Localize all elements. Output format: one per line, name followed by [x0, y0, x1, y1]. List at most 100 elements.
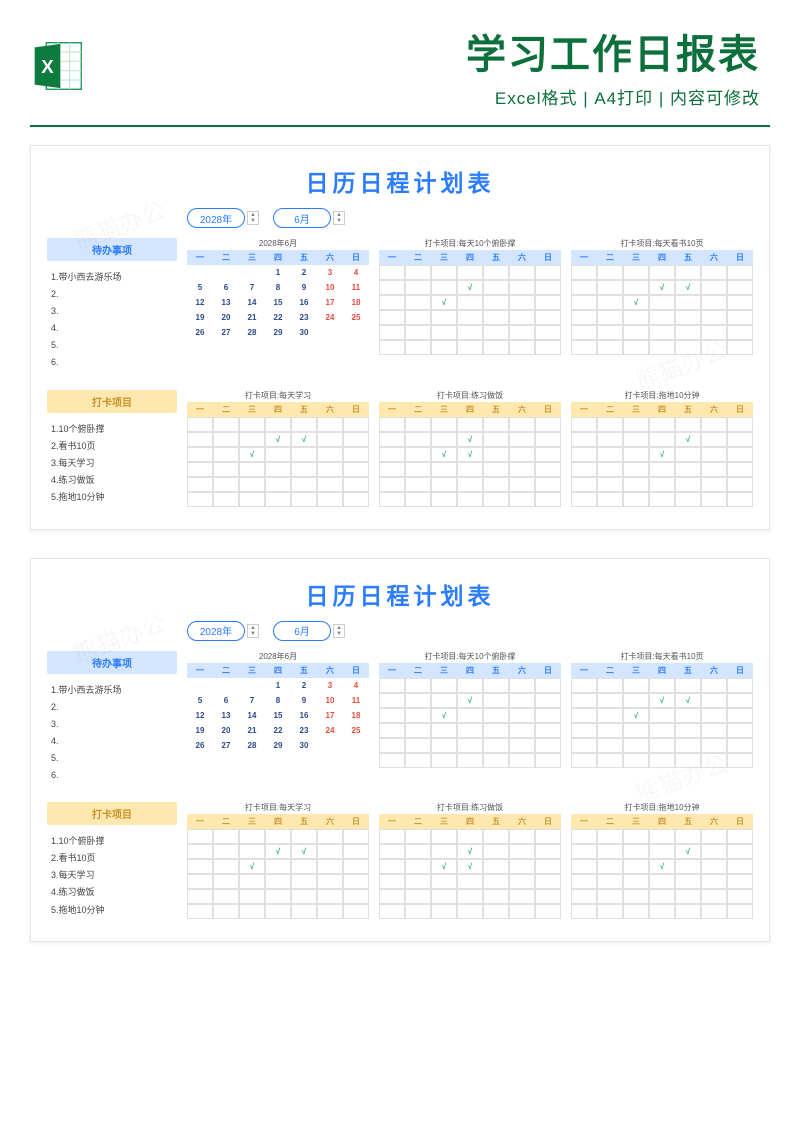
- tracker-cell[interactable]: [509, 280, 535, 295]
- tracker-cell[interactable]: [405, 859, 431, 874]
- tracker-cell[interactable]: [597, 417, 623, 432]
- tracker-cell[interactable]: [379, 325, 405, 340]
- tracker-cell[interactable]: [317, 417, 343, 432]
- tracker-cell[interactable]: [597, 477, 623, 492]
- tracker-cell[interactable]: [431, 753, 457, 768]
- tracker-cell[interactable]: [675, 265, 701, 280]
- tracker-cell[interactable]: [187, 844, 213, 859]
- tracker-cell[interactable]: [213, 492, 239, 507]
- tracker-cell[interactable]: [623, 753, 649, 768]
- tracker-cell[interactable]: [571, 265, 597, 280]
- tracker-cell[interactable]: [727, 447, 753, 462]
- tracker-cell[interactable]: [431, 325, 457, 340]
- tracker-cell[interactable]: [509, 265, 535, 280]
- tracker-cell[interactable]: [597, 492, 623, 507]
- tracker-cell[interactable]: [431, 829, 457, 844]
- tracker-cell[interactable]: [597, 325, 623, 340]
- tracker-cell[interactable]: √: [291, 844, 317, 859]
- tracker-cell[interactable]: [649, 265, 675, 280]
- tracker-cell[interactable]: [483, 447, 509, 462]
- tracker-cell[interactable]: [213, 844, 239, 859]
- tracker-cell[interactable]: [623, 678, 649, 693]
- tracker-cell[interactable]: [597, 265, 623, 280]
- tracker-cell[interactable]: [675, 340, 701, 355]
- tracker-cell[interactable]: [597, 295, 623, 310]
- tracker-cell[interactable]: [379, 753, 405, 768]
- tracker-cell[interactable]: [317, 462, 343, 477]
- tracker-cell[interactable]: [623, 829, 649, 844]
- tracker-cell[interactable]: [535, 904, 561, 919]
- tracker-cell[interactable]: [457, 753, 483, 768]
- tracker-cell[interactable]: [213, 904, 239, 919]
- tracker-cell[interactable]: [675, 904, 701, 919]
- tracker-cell[interactable]: [431, 844, 457, 859]
- tracker-cell[interactable]: [483, 295, 509, 310]
- tracker-cell[interactable]: √: [239, 447, 265, 462]
- tracker-cell[interactable]: [343, 844, 369, 859]
- tracker-cell[interactable]: [509, 477, 535, 492]
- tracker-cell[interactable]: [483, 417, 509, 432]
- tracker-cell[interactable]: [623, 693, 649, 708]
- tracker-cell[interactable]: [213, 874, 239, 889]
- tracker-cell[interactable]: [187, 417, 213, 432]
- tracker-cell[interactable]: [483, 462, 509, 477]
- tracker-cell[interactable]: [727, 723, 753, 738]
- tracker-cell[interactable]: [457, 678, 483, 693]
- tracker-cell[interactable]: √: [649, 280, 675, 295]
- tracker-cell[interactable]: [571, 904, 597, 919]
- tracker-cell[interactable]: [379, 417, 405, 432]
- tracker-cell[interactable]: [483, 859, 509, 874]
- tracker-grid[interactable]: √√√: [187, 417, 369, 507]
- tracker-cell[interactable]: [675, 477, 701, 492]
- month-selector[interactable]: 6月: [273, 621, 331, 641]
- tracker-cell[interactable]: [701, 859, 727, 874]
- tracker-cell[interactable]: [379, 738, 405, 753]
- tracker-grid[interactable]: √√√: [571, 678, 753, 768]
- tracker-cell[interactable]: [483, 723, 509, 738]
- tracker-cell[interactable]: [727, 417, 753, 432]
- tracker-cell[interactable]: √: [457, 859, 483, 874]
- tracker-cell[interactable]: [187, 492, 213, 507]
- tracker-cell[interactable]: [509, 325, 535, 340]
- tracker-cell[interactable]: [405, 477, 431, 492]
- tracker-cell[interactable]: [317, 859, 343, 874]
- tracker-cell[interactable]: [291, 447, 317, 462]
- tracker-cell[interactable]: [187, 432, 213, 447]
- tracker-cell[interactable]: [675, 874, 701, 889]
- tracker-cell[interactable]: [701, 753, 727, 768]
- tracker-cell[interactable]: [431, 280, 457, 295]
- tracker-cell[interactable]: [727, 874, 753, 889]
- tracker-cell[interactable]: [457, 417, 483, 432]
- tracker-cell[interactable]: [649, 889, 675, 904]
- tracker-cell[interactable]: [701, 462, 727, 477]
- tracker-cell[interactable]: [675, 708, 701, 723]
- tracker-cell[interactable]: [675, 492, 701, 507]
- tracker-cell[interactable]: [701, 417, 727, 432]
- tracker-cell[interactable]: [265, 492, 291, 507]
- tracker-cell[interactable]: [649, 738, 675, 753]
- tracker-cell[interactable]: [317, 844, 343, 859]
- tracker-cell[interactable]: [379, 310, 405, 325]
- tracker-cell[interactable]: [343, 859, 369, 874]
- tracker-cell[interactable]: [727, 340, 753, 355]
- tracker-cell[interactable]: √: [649, 447, 675, 462]
- tracker-cell[interactable]: [343, 417, 369, 432]
- tracker-cell[interactable]: [571, 678, 597, 693]
- tracker-cell[interactable]: [701, 310, 727, 325]
- tracker-cell[interactable]: [405, 678, 431, 693]
- tracker-cell[interactable]: [727, 889, 753, 904]
- tracker-cell[interactable]: [343, 492, 369, 507]
- tracker-cell[interactable]: [623, 738, 649, 753]
- tracker-cell[interactable]: [431, 462, 457, 477]
- tracker-cell[interactable]: [431, 904, 457, 919]
- tracker-cell[interactable]: [379, 447, 405, 462]
- tracker-cell[interactable]: [571, 723, 597, 738]
- tracker-cell[interactable]: [343, 904, 369, 919]
- tracker-cell[interactable]: [675, 889, 701, 904]
- tracker-cell[interactable]: [483, 492, 509, 507]
- tracker-cell[interactable]: √: [431, 708, 457, 723]
- tracker-cell[interactable]: [291, 417, 317, 432]
- tracker-cell[interactable]: [649, 325, 675, 340]
- tracker-cell[interactable]: [623, 462, 649, 477]
- tracker-cell[interactable]: [623, 432, 649, 447]
